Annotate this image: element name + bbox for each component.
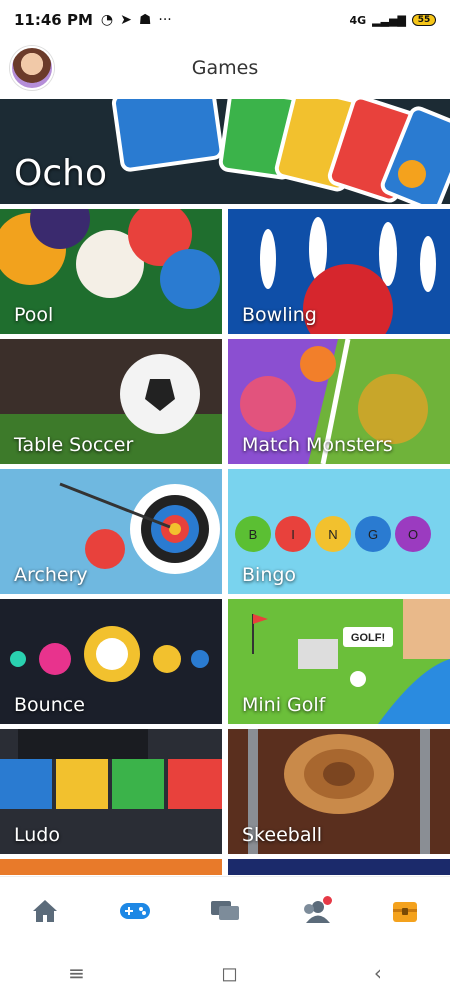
bingo-ball-g: G	[368, 527, 378, 542]
game-label-pool: Pool	[14, 304, 54, 326]
game-tile-ocho[interactable]: Ocho	[0, 99, 450, 204]
home-icon	[33, 899, 57, 922]
bingo-ball-n: N	[328, 527, 337, 542]
games-grid: Ocho Pool Bowling Table Soccer Match Mon…	[0, 99, 450, 875]
battery-icon: 55	[412, 14, 436, 26]
game-tile-pool[interactable]: Pool	[0, 209, 222, 334]
battery-level: 55	[417, 15, 431, 25]
chat-icon	[211, 900, 239, 920]
status-bar: 11:46 PM ◔ ➤ ☗ ··· 4G ▂▃▅▇ 55	[0, 0, 450, 40]
gamepad-icon	[120, 902, 150, 919]
back-icon[interactable]: ‹	[374, 961, 382, 985]
recent-apps-icon[interactable]: ≡	[68, 961, 85, 985]
treasure-chest-icon	[393, 901, 417, 922]
game-tile-table-soccer[interactable]: Table Soccer	[0, 339, 222, 464]
app-header: Games	[0, 40, 450, 96]
game-label-bingo: Bingo	[242, 564, 297, 586]
nav-home[interactable]	[20, 886, 70, 936]
system-nav-bar: ≡ ◻ ‹	[0, 945, 450, 1000]
game-tile-mini-golf[interactable]: GOLF! Mini Golf	[228, 599, 450, 724]
network-type: 4G	[349, 13, 367, 27]
bottom-nav	[0, 876, 450, 944]
status-notification-icons: ◔ ➤ ☗ ···	[101, 12, 172, 28]
game-label-ludo: Ludo	[14, 824, 60, 846]
signal-icon: ▂▃▅▇	[372, 13, 406, 27]
bingo-ball-b: B	[249, 527, 258, 542]
game-tile-ludo[interactable]: Ludo	[0, 729, 222, 854]
bingo-ball-o: O	[408, 527, 418, 542]
more-icon: ···	[158, 12, 172, 28]
game-label-table-soccer: Table Soccer	[14, 434, 134, 456]
game-tile-archery[interactable]: Archery	[0, 469, 222, 594]
game-tile-match-monsters[interactable]: Match Monsters	[228, 339, 450, 464]
game-tile-partial-right[interactable]	[228, 859, 450, 875]
game-tile-bounce[interactable]: Bounce	[0, 599, 222, 724]
telegram-icon: ➤	[120, 12, 132, 28]
home-button-icon[interactable]: ◻	[221, 961, 238, 985]
nav-games[interactable]	[110, 886, 160, 936]
page-title: Games	[191, 57, 259, 79]
game-label-mini-golf: Mini Golf	[242, 694, 326, 716]
game-tile-partial-left[interactable]	[0, 859, 222, 875]
avatar[interactable]	[10, 46, 54, 90]
game-label-match-monsters: Match Monsters	[242, 434, 393, 456]
ghost-icon: ☗	[138, 12, 152, 28]
notification-dot	[323, 895, 332, 905]
status-time: 11:46 PM	[14, 11, 93, 29]
bingo-ball-i: I	[291, 527, 295, 542]
game-label-archery: Archery	[14, 564, 88, 586]
status-right: 4G ▂▃▅▇ 55	[349, 14, 436, 27]
game-tile-bowling[interactable]: Bowling	[228, 209, 450, 334]
game-label-bowling: Bowling	[242, 304, 317, 326]
app-root: 11:46 PM ◔ ➤ ☗ ··· 4G ▂▃▅▇ 55 Games Ocho…	[0, 0, 450, 1000]
game-label-bounce: Bounce	[14, 694, 85, 716]
nav-rewards[interactable]	[380, 886, 430, 936]
game-label-skeeball: Skeeball	[242, 824, 323, 846]
nav-chat[interactable]	[200, 886, 250, 936]
whatsapp-icon: ◔	[100, 12, 114, 28]
nav-friends[interactable]	[290, 886, 340, 936]
game-tile-bingo[interactable]: B I N G O Bingo	[228, 469, 450, 594]
game-tile-skeeball[interactable]: Skeeball	[228, 729, 450, 854]
game-label-ocho: Ocho	[14, 153, 107, 194]
golf-badge: GOLF!	[351, 632, 385, 644]
